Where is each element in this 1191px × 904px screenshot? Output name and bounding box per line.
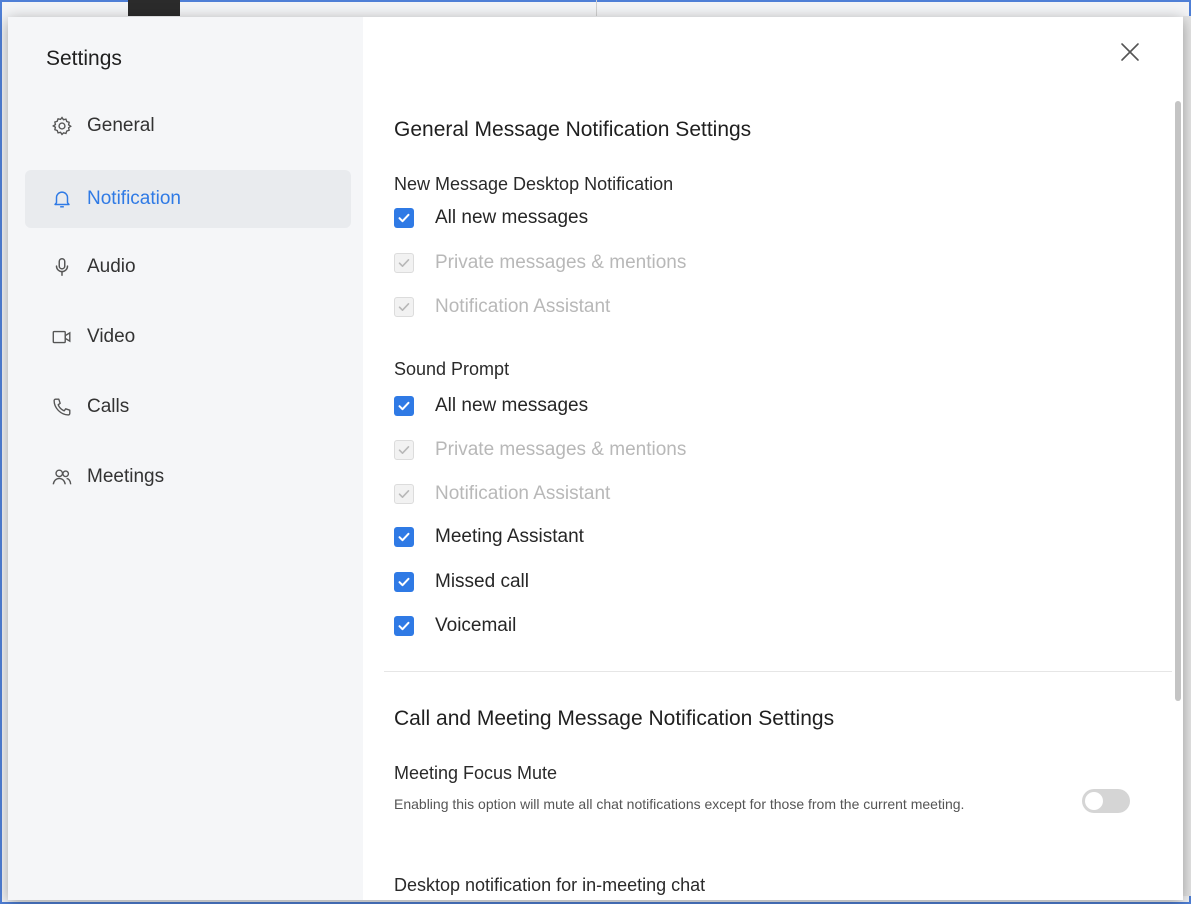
checkbox-sound-meeting-assistant[interactable]: Meeting Assistant	[394, 524, 584, 550]
checkbox-checked-icon	[394, 208, 414, 228]
checkbox-sound-notification-assistant: Notification Assistant	[394, 481, 610, 507]
gear-icon	[51, 115, 73, 137]
sidebar-item-label: Calls	[87, 396, 130, 417]
scrollbar[interactable]	[1175, 101, 1181, 701]
in-meeting-chat-notification-label: Desktop notification for in-meeting chat	[394, 875, 706, 895]
desktop-notification-label: New Message Desktop Notification	[394, 174, 674, 194]
meeting-focus-mute-label: Meeting Focus Mute	[394, 763, 558, 783]
notification-settings-panel: General Message Notification Settings Ne…	[364, 17, 1172, 900]
background-strip	[1183, 16, 1191, 896]
checkbox-sound-voicemail[interactable]: Voicemail	[394, 613, 516, 639]
sidebar-item-label: Video	[87, 326, 136, 347]
bell-icon	[51, 188, 73, 210]
checkbox-label: Missed call	[435, 571, 529, 592]
checkbox-disabled-icon	[394, 297, 414, 317]
meeting-focus-mute-description: Enabling this option will mute all chat …	[394, 796, 965, 812]
sidebar-item-label: Notification	[87, 188, 181, 209]
checkbox-label: Private messages & mentions	[435, 439, 687, 460]
checkbox-label: Notification Assistant	[435, 483, 611, 504]
section-divider	[384, 671, 1172, 672]
settings-title: Settings	[46, 47, 122, 70]
sidebar-item-notification[interactable]: Notification	[25, 170, 351, 228]
sidebar-item-video[interactable]: Video	[25, 308, 351, 366]
meeting-focus-mute-toggle[interactable]	[1082, 789, 1130, 813]
toggle-knob	[1085, 792, 1103, 810]
checkbox-checked-icon	[394, 616, 414, 636]
checkbox-sound-missed-call[interactable]: Missed call	[394, 569, 529, 595]
checkbox-label: Private messages & mentions	[435, 252, 687, 273]
checkbox-checked-icon	[394, 527, 414, 547]
settings-dialog: Settings General Notification Audio Vide…	[8, 17, 1183, 900]
checkbox-label: Notification Assistant	[435, 296, 611, 317]
people-icon	[51, 466, 73, 488]
settings-sidebar: Settings General Notification Audio Vide…	[8, 17, 363, 900]
checkbox-disabled-icon	[394, 440, 414, 460]
checkbox-desktop-all-messages[interactable]: All new messages	[394, 205, 588, 231]
checkbox-sound-all-messages[interactable]: All new messages	[394, 393, 588, 419]
checkbox-sound-private-messages: Private messages & mentions	[394, 437, 686, 463]
sidebar-item-label: Meetings	[87, 466, 165, 487]
sound-prompt-label: Sound Prompt	[394, 359, 510, 379]
camera-icon	[51, 326, 73, 348]
sidebar-item-calls[interactable]: Calls	[25, 378, 351, 436]
call-section-title: Call and Meeting Message Notification Se…	[394, 707, 835, 730]
checkbox-disabled-icon	[394, 484, 414, 504]
checkbox-desktop-notification-assistant: Notification Assistant	[394, 294, 610, 320]
checkbox-disabled-icon	[394, 253, 414, 273]
sidebar-item-meetings[interactable]: Meetings	[25, 448, 351, 506]
checkbox-label: Voicemail	[435, 615, 517, 636]
sidebar-item-audio[interactable]: Audio	[25, 238, 351, 296]
checkbox-checked-icon	[394, 572, 414, 592]
sidebar-item-general[interactable]: General	[25, 97, 351, 155]
general-section-title: General Message Notification Settings	[394, 118, 752, 141]
checkbox-label: All new messages	[435, 395, 589, 416]
sidebar-item-label: Audio	[87, 256, 136, 277]
background-toolbar	[128, 0, 180, 16]
checkbox-label: All new messages	[435, 207, 589, 228]
sidebar-item-label: General	[87, 115, 155, 136]
checkbox-checked-icon	[394, 396, 414, 416]
background-divider	[596, 0, 597, 16]
checkbox-label: Meeting Assistant	[435, 526, 584, 547]
phone-icon	[51, 396, 73, 418]
microphone-icon	[51, 256, 73, 278]
checkbox-desktop-private-messages: Private messages & mentions	[394, 250, 686, 276]
